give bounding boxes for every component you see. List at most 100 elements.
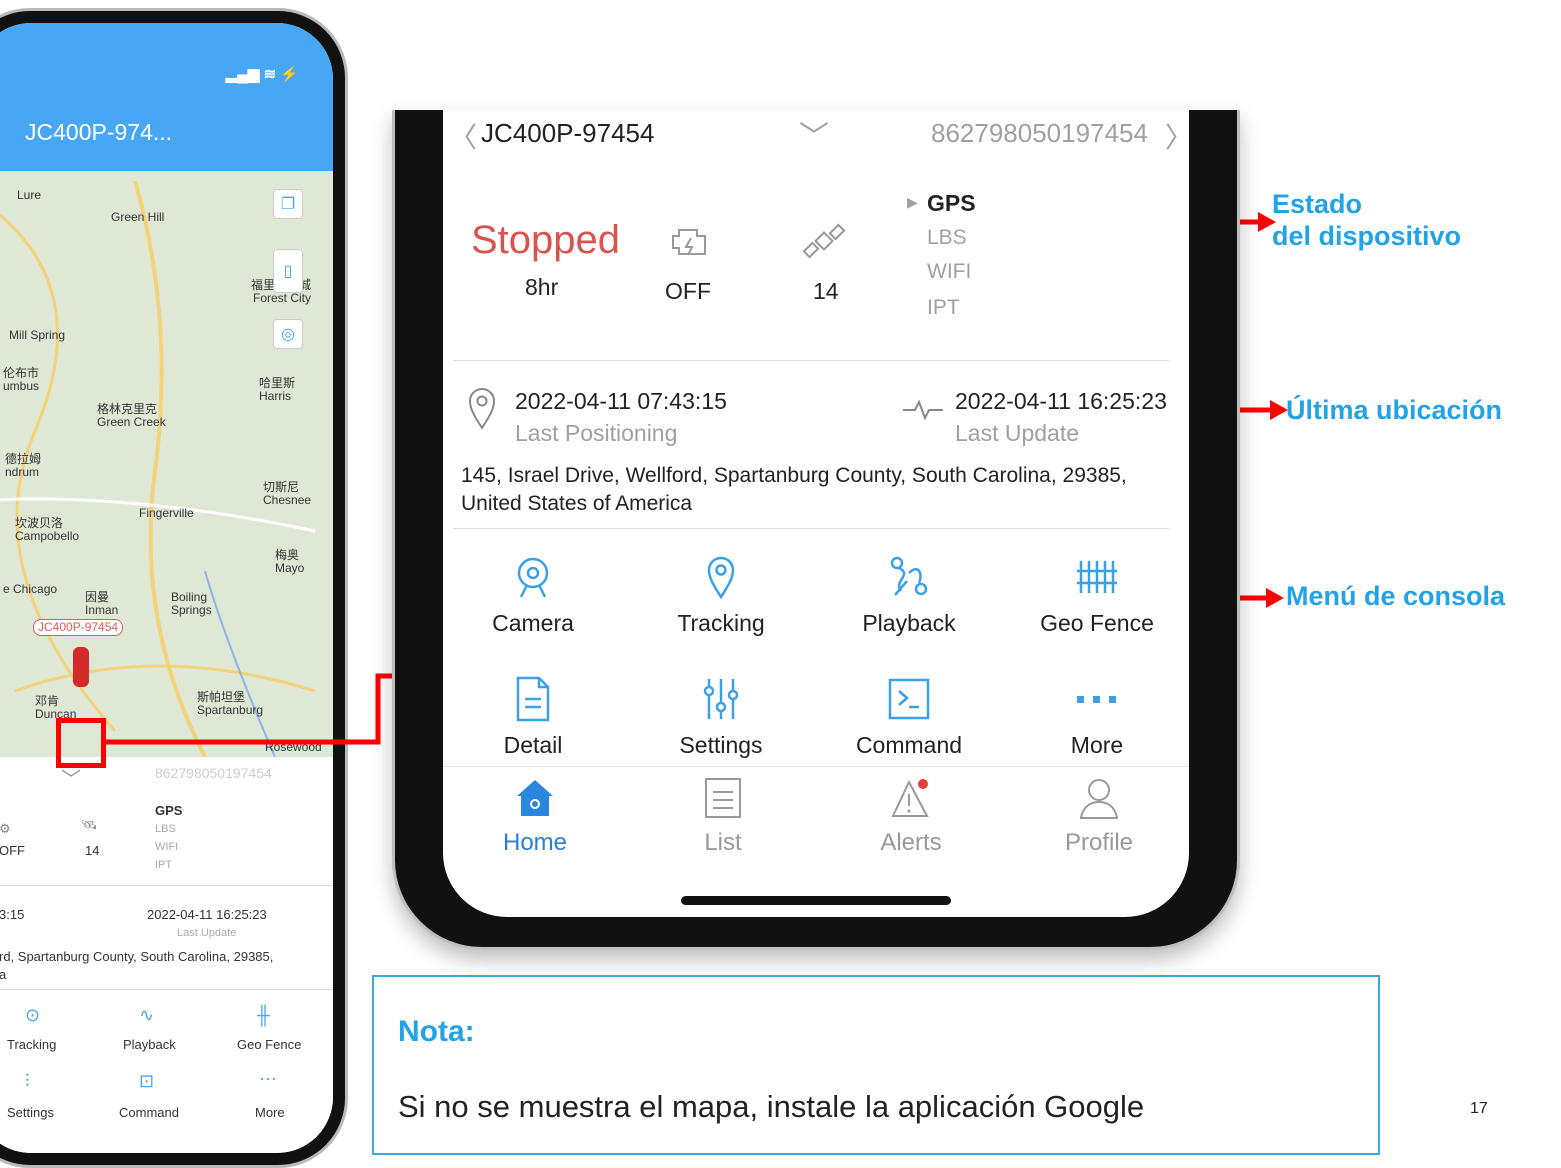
left-info-panel: ﹀ 862798050197454 GPS LBS WIFI IPT ⚙ OFF… <box>0 757 333 1153</box>
divider <box>453 360 1169 361</box>
tab-label: List <box>704 829 742 856</box>
tab-label: Alerts <box>880 829 942 856</box>
tabbar-divider <box>443 766 1189 767</box>
traffic-icon[interactable]: ▯ <box>273 249 303 293</box>
right-phone-frame: 〈 JC400P-97454 ﹀ 862798050197454 〉 Stopp… <box>392 110 1240 950</box>
last-positioning-label: Last Positioning <box>515 420 678 446</box>
menu-label: Detail <box>503 732 563 758</box>
menu-command[interactable]: Command <box>829 672 989 759</box>
satellite-count: 14 <box>813 278 839 304</box>
left-menu-tracking[interactable]: Tracking <box>7 1037 56 1052</box>
engine-status: OFF <box>665 278 711 304</box>
device-name[interactable]: JC400P-97454 <box>481 118 654 149</box>
map-label: Rosewood <box>265 740 322 754</box>
next-device-chevron-icon[interactable]: 〉 <box>1165 116 1189 156</box>
layers-icon[interactable]: ❐ <box>273 189 303 219</box>
engine-icon: ⚙ <box>0 821 11 836</box>
left-address-line1: rd, Spartanburg County, South Carolina, … <box>0 949 274 964</box>
status-duration: 8hr <box>525 274 559 300</box>
map-label: 坎波贝洛 Campobello <box>15 516 80 544</box>
signal-lbs: LBS <box>927 226 967 249</box>
tab-alerts[interactable]: Alerts <box>831 776 991 857</box>
status-icons: ▂▄▆ ≋ ⚡ <box>225 66 299 83</box>
pulse-icon <box>903 399 943 420</box>
annotation-estado-line2: del dispositivo <box>1272 221 1462 252</box>
map-label: 切斯尼 Chesnee <box>263 480 312 508</box>
location-pin-icon <box>707 556 735 599</box>
highlight-box <box>56 718 106 768</box>
tab-label: Home <box>502 829 568 856</box>
tab-profile[interactable]: Profile <box>1019 776 1179 857</box>
fence-icon <box>1077 561 1117 593</box>
left-menu-command[interactable]: Command <box>119 1105 179 1120</box>
menu-camera[interactable]: Camera <box>453 550 613 637</box>
signal-wifi: WIFI <box>927 260 972 283</box>
alert-triangle-icon <box>891 779 929 817</box>
address-line2: United States of America <box>461 492 693 515</box>
menu-geofence[interactable]: Geo Fence <box>1017 550 1177 637</box>
menu-playback[interactable]: Playback <box>829 550 989 637</box>
route-icon <box>890 556 928 596</box>
map-label: Green Hill <box>111 210 165 224</box>
map-label: Lure <box>17 188 42 202</box>
last-update-label: Last Update <box>955 420 1080 446</box>
prev-device-chevron-icon[interactable]: 〈 <box>449 116 477 156</box>
left-menu-settings[interactable]: Settings <box>7 1105 54 1120</box>
signal-ipt: IPT <box>927 296 960 319</box>
map-label: 哈里斯 Harris <box>259 376 296 404</box>
tab-list[interactable]: List <box>643 776 803 857</box>
note-box: Nota: Si no se muestra el mapa, instale … <box>372 975 1380 1155</box>
tab-home[interactable]: Home <box>455 776 615 857</box>
map-label: 梅奥 Mayo <box>275 548 305 576</box>
map-label: 格林克里克 Green Creek <box>97 402 166 430</box>
menu-tracking[interactable]: Tracking <box>641 550 801 637</box>
tracking-icon[interactable]: ⊙ <box>25 1005 40 1026</box>
map-label: 伦布市 umbus <box>3 366 40 394</box>
left-position-time: 3:15 <box>0 907 25 922</box>
map-view[interactable]: Lure Green Hill 福里斯特城Forest City Mill Sp… <box>0 171 333 757</box>
geofence-icon[interactable]: ╫ <box>257 1005 270 1026</box>
left-menu-playback[interactable]: Playback <box>123 1037 176 1052</box>
right-phone-screen: 〈 JC400P-97454 ﹀ 862798050197454 〉 Stopp… <box>443 110 1189 917</box>
page-number: 17 <box>1470 1100 1488 1117</box>
left-update-time: 2022-04-11 16:25:23 <box>147 907 267 922</box>
profile-icon <box>1079 779 1119 819</box>
signal-gps: GPS <box>927 190 976 216</box>
settings-icon[interactable]: ⫶ <box>25 1071 30 1092</box>
left-menu-more[interactable]: More <box>255 1105 285 1120</box>
playback-icon[interactable]: ∿ <box>139 1005 154 1026</box>
menu-label: Tracking <box>677 610 765 636</box>
car-marker-icon[interactable] <box>73 647 89 687</box>
device-dropdown-chevron-icon[interactable]: ﹀ <box>799 112 829 156</box>
map-label: Fingerville <box>139 506 194 520</box>
annotation-estado: Estado del dispositivo <box>1272 188 1461 253</box>
annotation-estado-line1: Estado <box>1272 189 1363 219</box>
menu-more[interactable]: More <box>1017 672 1177 759</box>
signal-selected-arrow-icon: ▶ <box>907 194 918 210</box>
annotation-menu-consola: Menú de consola <box>1286 581 1506 611</box>
more-icon[interactable]: ⋯ <box>259 1069 277 1090</box>
left-menu-geofence[interactable]: Geo Fence <box>237 1037 301 1052</box>
map-label: e Chicago <box>3 582 58 596</box>
device-map-label[interactable]: JC400P-97454 <box>33 619 124 637</box>
last-positioning-time: 2022-04-11 07:43:15 <box>515 388 727 414</box>
note-title: Nota: <box>398 1015 475 1048</box>
home-icon <box>517 780 553 816</box>
camera-icon[interactable]: ◎ <box>273 319 303 349</box>
left-device-title[interactable]: JC400P-974... <box>25 119 172 146</box>
left-gps-label: GPS <box>155 803 183 818</box>
document-icon <box>516 676 550 722</box>
menu-detail[interactable]: Detail <box>453 672 613 759</box>
left-engine-status: OFF <box>0 843 25 858</box>
location-pin-icon <box>468 388 496 430</box>
menu-label: Camera <box>492 610 574 636</box>
left-ipt-label: IPT <box>155 859 173 871</box>
menu-label: Settings <box>679 732 763 758</box>
command-icon[interactable]: ⊡ <box>139 1071 154 1092</box>
last-update-time: 2022-04-11 16:25:23 <box>955 388 1167 414</box>
menu-label: More <box>1070 732 1124 758</box>
map-label: Boiling Springs <box>171 590 212 618</box>
device-status: Stopped <box>471 218 621 262</box>
left-phone-screen: ▂▄▆ ≋ ⚡ JC400P-974... Lure Green Hill 福里… <box>0 23 333 1153</box>
menu-settings[interactable]: Settings <box>641 672 801 759</box>
